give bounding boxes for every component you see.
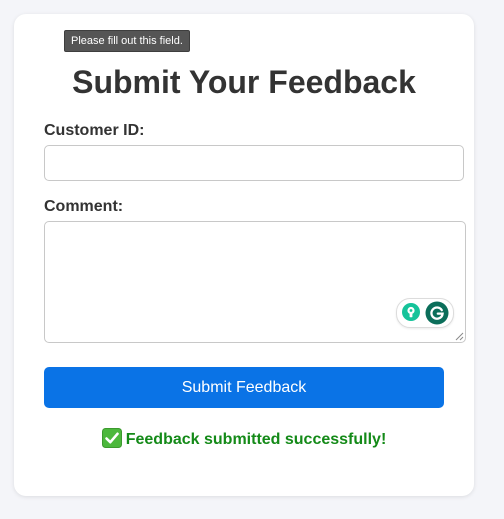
- comment-label: Comment:: [44, 198, 124, 215]
- customer-id-input[interactable]: [44, 145, 464, 181]
- submit-feedback-button[interactable]: Submit Feedback: [44, 367, 444, 408]
- page-title: Submit Your Feedback: [72, 64, 416, 100]
- success-message-text: Feedback submitted successfully!: [125, 431, 387, 448]
- customer-id-label: Customer ID:: [44, 122, 145, 139]
- grammarly-logo-icon[interactable]: [425, 301, 449, 325]
- resize-handle-icon[interactable]: [455, 332, 464, 341]
- check-mark-icon: [101, 428, 122, 448]
- success-message: Feedback submitted successfully!: [14, 428, 474, 450]
- validation-tooltip: Please fill out this field.: [64, 30, 190, 52]
- lightbulb-icon[interactable]: [401, 302, 421, 322]
- grammarly-widget[interactable]: [396, 298, 454, 328]
